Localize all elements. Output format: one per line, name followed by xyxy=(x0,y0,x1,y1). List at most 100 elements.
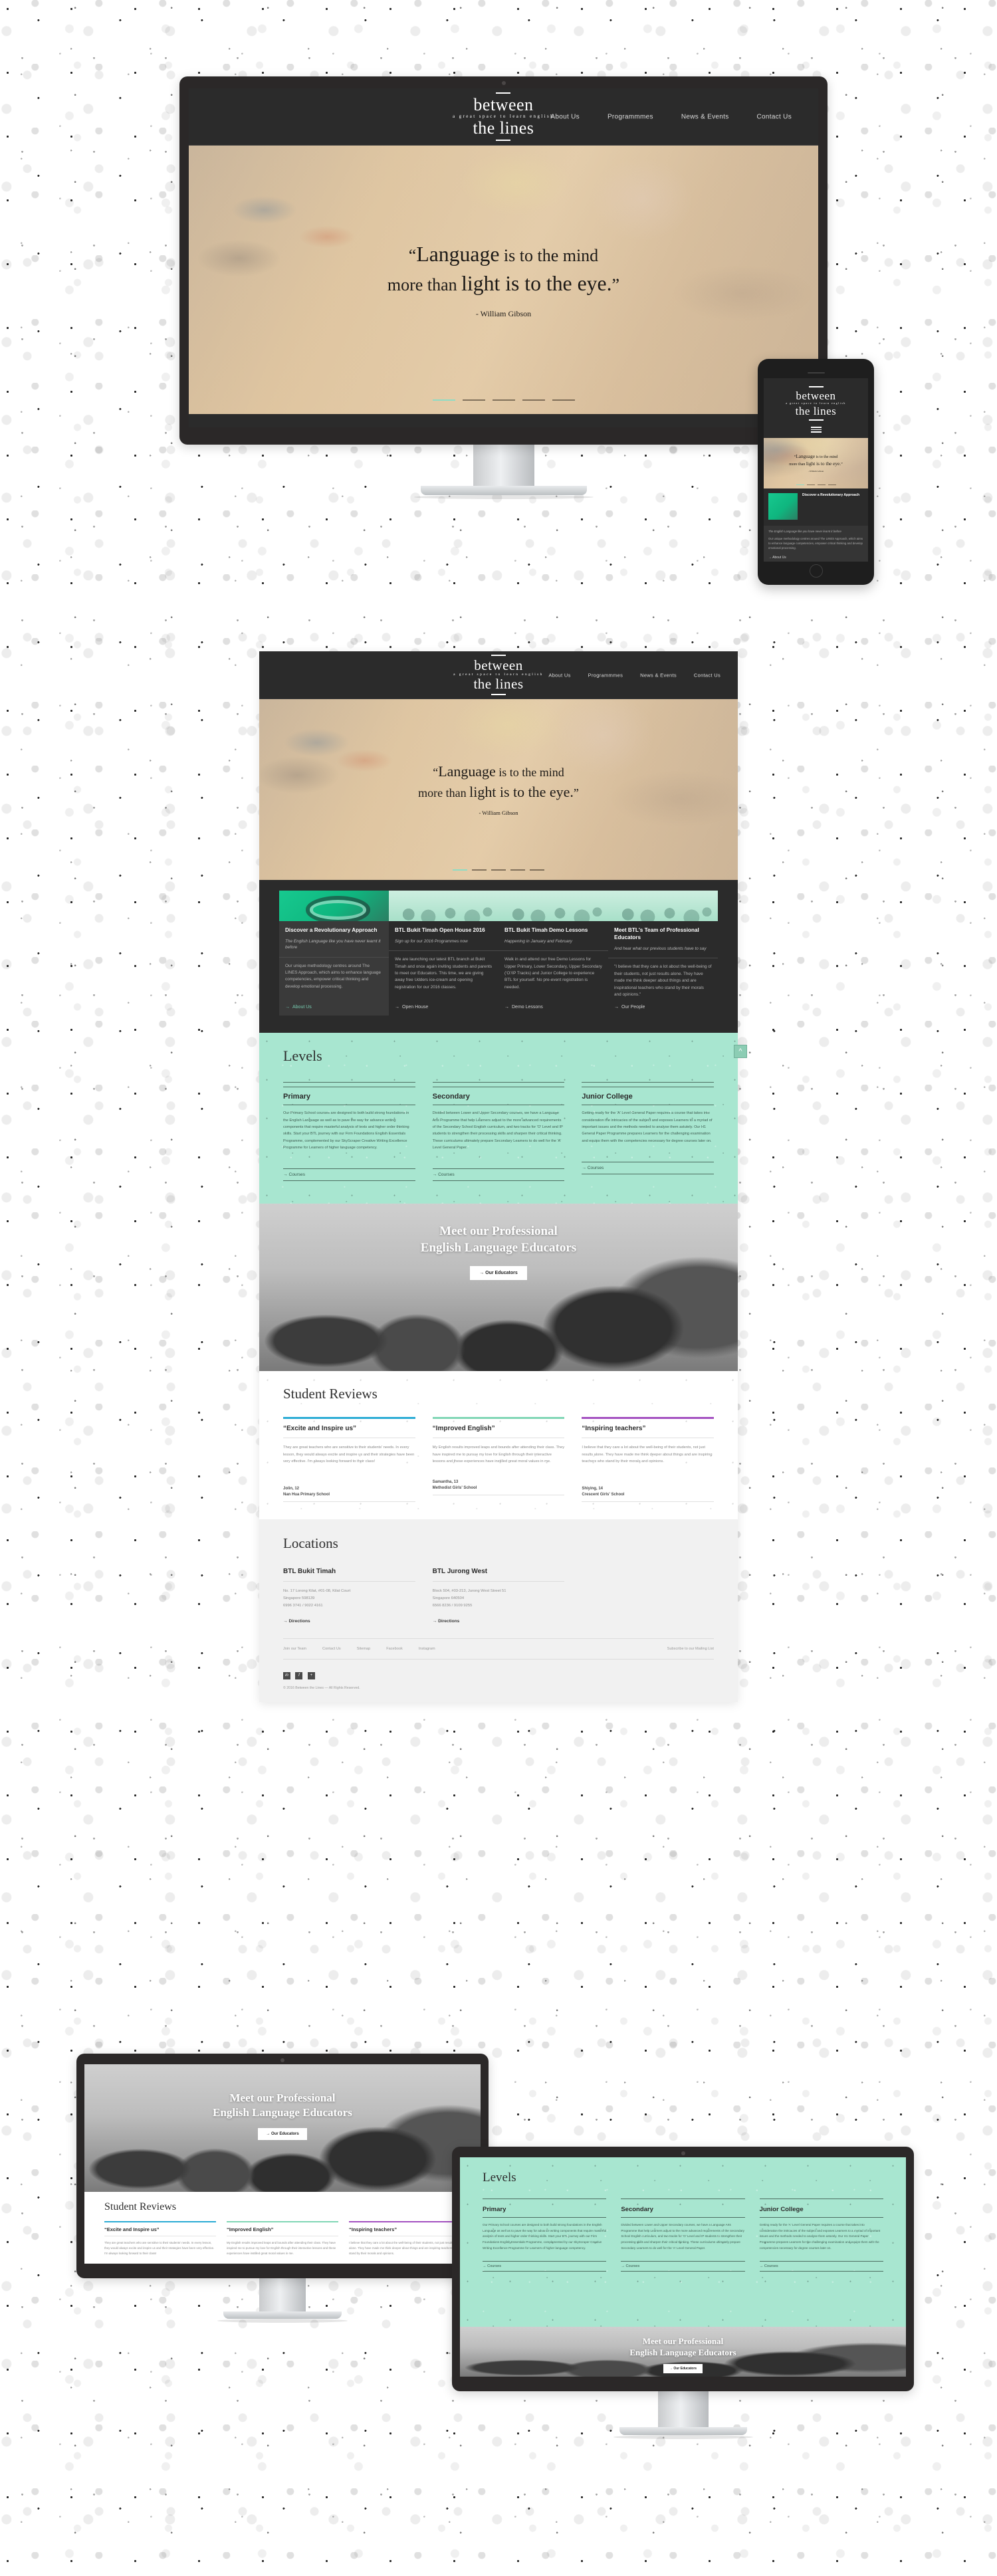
br-our-educators-button[interactable]: → Our Educators xyxy=(663,2363,703,2373)
card-body: "I believe that they care a lot about th… xyxy=(614,964,712,997)
phone-slider-dot-2[interactable] xyxy=(806,484,815,485)
page-nav-item-programmes[interactable]: Programmmes xyxy=(588,672,623,678)
level-link[interactable]: → Courses xyxy=(582,1162,714,1174)
hamburger-menu-icon[interactable] xyxy=(764,427,868,433)
phone-quote-close: ” xyxy=(841,462,843,467)
card-link[interactable]: → Our People xyxy=(614,998,712,1010)
nav-item-programmes[interactable]: Programmmes xyxy=(608,113,653,120)
phone-slider-dot-3[interactable] xyxy=(817,484,826,485)
br-level-link[interactable]: → Courses xyxy=(621,2262,744,2271)
page-slider-dots[interactable] xyxy=(453,869,544,871)
quote-attribution: - William Gibson xyxy=(475,309,532,319)
card-link[interactable]: → Open House xyxy=(395,998,493,1010)
location-directions-link[interactable]: → Directions xyxy=(283,1619,415,1624)
nav-item-about-us[interactable]: About Us xyxy=(550,113,580,120)
phone-logo-rule-bottom xyxy=(808,419,824,421)
review-card: “Improved English” My English results im… xyxy=(432,1417,565,1502)
phone-brand-logo[interactable]: between a great space to learn english t… xyxy=(764,386,868,421)
footer-subscribe-link[interactable]: Subscribe to our Mailing List xyxy=(667,1647,714,1651)
slider-dot-2[interactable] xyxy=(462,399,485,401)
br-level-body: Divided between Lower and Upper Secondar… xyxy=(621,2223,744,2250)
phone-quote-rest-2: more than xyxy=(789,462,806,467)
br-level-column: Secondary Divided between Lower and Uppe… xyxy=(621,2199,745,2272)
feature-card[interactable]: BTL Bukit Timah Demo Lessons Happening i… xyxy=(498,891,608,1016)
card-link[interactable]: → Demo Lessons xyxy=(504,998,602,1010)
page-slider-dot-2[interactable] xyxy=(472,869,487,871)
facebook-icon[interactable]: f xyxy=(295,1671,303,1679)
brand-logo[interactable]: between a great space to learn english t… xyxy=(453,92,554,141)
nav-item-news-events[interactable]: News & Events xyxy=(681,113,729,120)
quote-close: ” xyxy=(611,274,620,294)
page-slider-dot-4[interactable] xyxy=(510,869,525,871)
divider xyxy=(582,1082,715,1083)
footer-link-facebook[interactable]: Facebook xyxy=(386,1647,403,1651)
linkedin-icon[interactable]: in xyxy=(283,1671,290,1679)
slider-dot-3[interactable] xyxy=(492,399,515,401)
footer-link-join-our-team[interactable]: Join our Team xyxy=(283,1647,306,1651)
webcam-dot xyxy=(501,81,506,85)
levels-section: Levels Primary Our Primary School course… xyxy=(259,1033,747,1204)
location-address-line-2: Singapore 598139 xyxy=(283,1596,315,1600)
phone-home-button[interactable] xyxy=(809,564,823,578)
desktop-screen: between a great space to learn english t… xyxy=(189,88,818,427)
card-subtitle: The English Language like you have never… xyxy=(285,939,381,950)
br-level-link[interactable]: → Courses xyxy=(483,2262,606,2271)
plus-icon[interactable]: + xyxy=(307,1671,315,1679)
page-hero-slider[interactable]: “Language is to the mind more than light… xyxy=(259,699,738,880)
page-nav-item-about-us[interactable]: About Us xyxy=(548,672,570,678)
slider-dot-1[interactable] xyxy=(432,399,455,401)
nav-item-contact-us[interactable]: Contact Us xyxy=(757,113,792,120)
bl-educators-heading: Meet our Professional English Language E… xyxy=(213,2091,352,2120)
phone-quote-attribution: - William Gibson xyxy=(808,469,824,473)
level-title: Secondary xyxy=(432,1093,470,1101)
scroll-to-top-button[interactable]: ^ xyxy=(734,1045,747,1059)
slider-dot-4[interactable] xyxy=(522,399,545,401)
page-nav-item-news-events[interactable]: News & Events xyxy=(640,672,677,678)
bl-review-accent-bar xyxy=(349,2221,461,2222)
page-brand-logo[interactable]: between a great space to learn english t… xyxy=(453,654,544,696)
br-levels-heading: Levels xyxy=(483,2171,516,2185)
hero-slider[interactable]: “Language is to the mind more than light… xyxy=(189,146,818,414)
our-educators-button[interactable]: → Our Educators xyxy=(470,1265,527,1280)
br-level-link-label: Courses xyxy=(487,2264,501,2268)
feature-card[interactable]: BTL Bukit Timah Open House 2016 Sign up … xyxy=(389,891,498,1016)
location-address-line-2: Singapore 640504 xyxy=(432,1596,465,1600)
location-directions-link[interactable]: → Directions xyxy=(433,1619,565,1624)
page-quote-close: ” xyxy=(573,786,579,800)
footer-link-sitemap[interactable]: Sitemap xyxy=(357,1647,371,1651)
card-link[interactable]: → About Us xyxy=(285,998,383,1010)
footer-link-instagram[interactable]: Instagram xyxy=(419,1647,435,1651)
bl-our-educators-button[interactable]: → Our Educators xyxy=(258,2128,307,2141)
page-slider-dot-5[interactable] xyxy=(530,869,544,871)
page-slider-dot-1[interactable] xyxy=(453,869,467,871)
br-level-link[interactable]: → Courses xyxy=(760,2262,883,2271)
br-levels-section: Levels Primary Our Primary School course… xyxy=(460,2157,906,2327)
arrow-right-icon: → xyxy=(479,1270,485,1275)
phone-slider-dot-4[interactable] xyxy=(828,484,836,485)
location-title: BTL Bukit Timah xyxy=(283,1567,336,1575)
level-link-label: Courses xyxy=(438,1172,455,1178)
bl-review-body: I believe that they care a lot about the… xyxy=(349,2241,459,2255)
monitor-stand-neck xyxy=(473,445,534,486)
phone-hero[interactable]: “Language is to the mind more than light… xyxy=(764,437,868,488)
page-slider-dot-3[interactable] xyxy=(491,869,506,871)
phone-slider-dots[interactable] xyxy=(796,484,836,485)
level-link[interactable]: → Courses xyxy=(433,1169,565,1180)
monitor-stand-neck xyxy=(259,2278,306,2311)
level-link[interactable]: → Courses xyxy=(283,1169,415,1180)
phone-slider-dot-1[interactable] xyxy=(796,484,804,485)
phone-card-link[interactable]: → About Us xyxy=(768,556,863,560)
page-quote-emph-2: light is to the eye. xyxy=(469,783,574,800)
footer-link-contact-us[interactable]: Contact Us xyxy=(322,1647,341,1651)
arrow-right-icon: → xyxy=(621,2264,625,2268)
arrow-right-icon: → xyxy=(432,1618,437,1624)
feature-card[interactable]: Meet BTL's Team of Professional Educator… xyxy=(608,891,718,1016)
logo-rule-top xyxy=(496,92,511,94)
feature-card[interactable]: Discover a Revolutionary Approach The En… xyxy=(279,891,389,1016)
page-nav-item-contact-us[interactable]: Contact Us xyxy=(694,672,720,678)
hero-slider-dots[interactable] xyxy=(432,399,575,401)
card-body: Walk in and attend our free Demo Lessons… xyxy=(504,957,602,990)
level-body: Getting ready for the 'A' Level General … xyxy=(582,1111,713,1143)
slider-dot-5[interactable] xyxy=(552,399,575,401)
divider xyxy=(759,2217,883,2218)
